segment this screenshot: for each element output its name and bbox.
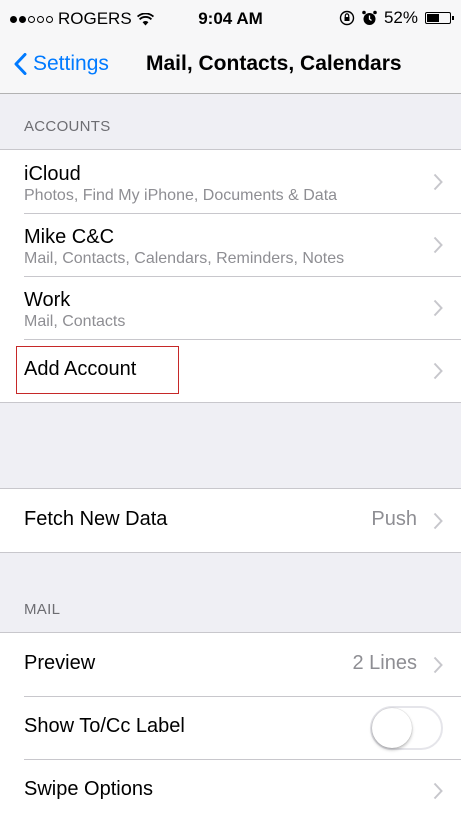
add-account-label: Add Account	[24, 358, 137, 380]
chevron-right-icon	[433, 236, 443, 253]
account-subtitle: Mail, Contacts, Calendars, Reminders, No…	[24, 250, 345, 267]
show-tocc-label-row: Show To/Cc Label	[0, 696, 461, 759]
back-button-label: Settings	[33, 52, 109, 75]
section-header-accounts: ACCOUNTS	[24, 118, 111, 135]
alarm-icon	[362, 10, 377, 25]
show-tocc-toggle[interactable]	[370, 706, 443, 750]
fetch-group: Fetch New Data Push	[0, 488, 461, 553]
fetch-new-data-label: Fetch New Data	[24, 508, 168, 530]
section-header-mail: MAIL	[24, 601, 61, 618]
account-title: iCloud	[24, 163, 81, 185]
navigation-bar: Settings Mail, Contacts, Calendars	[0, 40, 461, 94]
battery-icon	[425, 12, 454, 24]
swipe-options-row[interactable]: Swipe Options	[0, 759, 461, 822]
swipe-options-label: Swipe Options	[24, 778, 153, 800]
account-title: Work	[24, 289, 71, 311]
add-account-row[interactable]: Add Account	[0, 339, 461, 402]
status-bar: ROGERS 9:04 AM 52%	[0, 0, 461, 40]
toggle-knob	[372, 708, 412, 748]
orientation-lock-icon	[339, 10, 355, 26]
account-row-mike-cc[interactable]: Mike C&C Mail, Contacts, Calendars, Remi…	[0, 213, 461, 276]
preview-value: 2 Lines	[352, 652, 418, 674]
fetch-new-data-row[interactable]: Fetch New Data Push	[0, 489, 461, 552]
preview-label: Preview	[24, 652, 96, 674]
account-row-icloud[interactable]: iCloud Photos, Find My iPhone, Documents…	[0, 150, 461, 213]
back-button[interactable]: Settings	[14, 52, 109, 76]
accounts-group: iCloud Photos, Find My iPhone, Documents…	[0, 149, 461, 403]
page-title: Mail, Contacts, Calendars	[146, 52, 402, 75]
account-row-work[interactable]: Work Mail, Contacts	[0, 276, 461, 339]
chevron-right-icon	[433, 362, 443, 379]
preview-row[interactable]: Preview 2 Lines	[0, 633, 461, 696]
fetch-new-data-value: Push	[371, 508, 417, 530]
chevron-left-icon	[14, 53, 27, 75]
mail-group: Preview 2 Lines Show To/Cc Label Swipe O…	[0, 632, 461, 822]
chevron-right-icon	[433, 173, 443, 190]
account-subtitle: Photos, Find My iPhone, Documents & Data	[24, 187, 338, 204]
show-tocc-label: Show To/Cc Label	[24, 715, 185, 737]
account-subtitle: Mail, Contacts	[24, 313, 126, 330]
chevron-right-icon	[433, 656, 443, 673]
battery-percentage: 52%	[383, 8, 418, 27]
chevron-right-icon	[433, 299, 443, 316]
account-title: Mike C&C	[24, 226, 115, 248]
status-right: 52%	[339, 8, 454, 28]
chevron-right-icon	[433, 512, 443, 529]
chevron-right-icon	[433, 782, 443, 799]
